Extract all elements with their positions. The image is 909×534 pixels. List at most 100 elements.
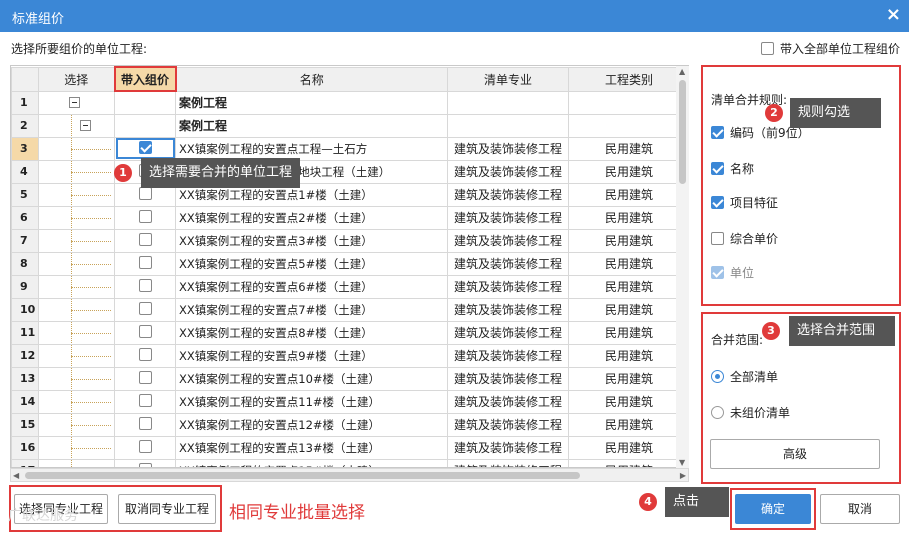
rule-unit-price-checkbox[interactable] — [711, 232, 724, 245]
project-name: XX镇案例工程的安置点2#楼（土建） — [175, 205, 448, 230]
table-row[interactable]: 7 XX镇案例工程的安置点3#楼（土建） 建筑及装饰装修工程 民用建筑 — [11, 228, 688, 253]
project-type: 民用建筑 — [568, 136, 688, 161]
table-row[interactable]: 12 XX镇案例工程的安置点9#楼（土建） 建筑及装饰装修工程 民用建筑 — [11, 343, 688, 368]
bring-price-checkbox[interactable] — [138, 370, 152, 384]
row-number: 9 — [11, 274, 39, 299]
select-cell — [38, 389, 115, 414]
select-cell — [38, 113, 115, 138]
bring-cell — [114, 366, 176, 391]
bring-cell — [114, 113, 176, 138]
list-major: 建筑及装饰装修工程 — [447, 412, 569, 437]
bring-price-checkbox[interactable] — [138, 209, 152, 223]
cancel-same-major-button[interactable]: 取消同专业工程 — [118, 494, 216, 524]
rule-name-label: 名称 — [730, 162, 755, 176]
bring-price-checkbox[interactable] — [138, 324, 152, 338]
select-cell — [38, 458, 115, 467]
rule-name[interactable]: 名称 — [711, 160, 754, 177]
col-header-type[interactable]: 工程类别 — [568, 66, 688, 92]
rule-unit-label: 单位 — [730, 266, 755, 280]
project-name: XX镇案例工程的安置点15#楼（土建） — [175, 458, 448, 467]
project-name: XX镇案例工程的安置点9#楼（土建） — [175, 343, 448, 368]
bring-price-checkbox[interactable] — [138, 416, 152, 430]
vertical-scroll-thumb[interactable] — [679, 80, 686, 184]
rule-code-checkbox[interactable] — [711, 126, 724, 139]
col-header-name[interactable]: 名称 — [175, 66, 448, 92]
annotation-tip-3: 选择合并范围 — [789, 316, 895, 346]
collapse-icon[interactable] — [80, 119, 91, 131]
project-name: 案例工程 — [175, 90, 448, 115]
row-number: 13 — [11, 366, 39, 391]
table-row[interactable]: 14 XX镇案例工程的安置点11#楼（土建） 建筑及装饰装修工程 民用建筑 — [11, 389, 688, 414]
cancel-button[interactable]: 取消 — [820, 494, 900, 524]
rule-unit-price[interactable]: 综合单价 — [711, 230, 778, 247]
select-cell — [38, 320, 115, 345]
col-header-bring-price[interactable]: 带入组价 — [113, 66, 177, 92]
ok-button[interactable]: 确定 — [735, 494, 811, 524]
bring-price-checkbox[interactable] — [138, 278, 152, 292]
row-number: 1 — [11, 90, 39, 115]
table-row[interactable]: 1 案例工程 — [11, 90, 688, 115]
bring-price-checkbox[interactable] — [138, 393, 152, 407]
range-unpriced-radio[interactable] — [711, 406, 724, 419]
table-row[interactable]: 11 XX镇案例工程的安置点8#楼（土建） 建筑及装饰装修工程 民用建筑 — [11, 320, 688, 345]
bring-price-checkbox[interactable] — [138, 301, 152, 315]
collapse-icon[interactable] — [69, 96, 80, 108]
title-bar: 标准组价 × — [0, 0, 909, 32]
table-row[interactable]: 10 XX镇案例工程的安置点7#楼（土建） 建筑及装饰装修工程 民用建筑 — [11, 297, 688, 322]
grid-vertical-scrollbar[interactable]: ▲ ▼ — [676, 66, 689, 468]
rule-feature-checkbox[interactable] — [711, 196, 724, 209]
project-type — [568, 113, 688, 138]
advanced-button[interactable]: 高级 — [710, 439, 880, 469]
project-type: 民用建筑 — [568, 458, 688, 467]
list-major: 建筑及装饰装修工程 — [447, 343, 569, 368]
row-number: 4 — [11, 159, 39, 184]
col-header-select[interactable]: 选择 — [38, 66, 115, 92]
grid-horizontal-scrollbar[interactable]: ◀ ▶ — [10, 468, 689, 482]
bring-all-option[interactable]: 带入全部单位工程组价 — [760, 40, 900, 57]
table-row[interactable]: 15 XX镇案例工程的安置点12#楼（土建） 建筑及装饰装修工程 民用建筑 — [11, 412, 688, 437]
grid-header-row: 选择 带入组价 名称 清单专业 工程类别 — [11, 66, 688, 92]
row-number: 14 — [11, 389, 39, 414]
bring-price-checkbox[interactable] — [138, 347, 152, 361]
annotation-tip-1: 选择需要合并的单位工程 — [141, 158, 301, 188]
bring-price-checkbox[interactable] — [138, 140, 152, 154]
list-major: 建筑及装饰装修工程 — [447, 205, 569, 230]
rule-feature[interactable]: 项目特征 — [711, 194, 778, 211]
scroll-right-icon[interactable]: ▶ — [680, 471, 686, 480]
select-cell — [38, 297, 115, 322]
table-row[interactable]: 17 XX镇案例工程的安置点15#楼（土建）建筑及装饰装修工程民用建筑 — [11, 458, 688, 467]
table-row[interactable]: 2 案例工程 — [11, 113, 688, 138]
rule-name-checkbox[interactable] — [711, 162, 724, 175]
select-cell — [38, 182, 115, 207]
bring-price-checkbox[interactable] — [138, 186, 152, 200]
bring-price-checkbox[interactable] — [138, 439, 152, 453]
bring-cell — [114, 228, 176, 253]
bring-price-checkbox[interactable] — [138, 232, 152, 246]
range-unpriced[interactable]: 未组价清单 — [711, 404, 790, 421]
table-row[interactable]: 16 XX镇案例工程的安置点13#楼（土建） 建筑及装饰装修工程 民用建筑 — [11, 435, 688, 460]
bring-all-checkbox[interactable] — [760, 42, 774, 55]
unit-project-grid: 选择 带入组价 名称 清单专业 工程类别 1 案例工程 2 案例工程 3 XX镇案例… — [10, 65, 689, 468]
table-row[interactable]: 3 XX镇案例工程的安置点工程—土石方 建筑及装饰装修工程 民用建筑 — [11, 136, 688, 161]
list-major: 建筑及装饰装修工程 — [447, 297, 569, 322]
col-header-major[interactable]: 清单专业 — [447, 66, 569, 92]
table-row[interactable]: 9 XX镇案例工程的安置点6#楼（土建） 建筑及装饰装修工程 民用建筑 — [11, 274, 688, 299]
table-row[interactable]: 5 XX镇案例工程的安置点1#楼（土建） 建筑及装饰装修工程 民用建筑 — [11, 182, 688, 207]
scroll-up-icon[interactable]: ▲ — [679, 67, 685, 76]
project-type: 民用建筑 — [568, 343, 688, 368]
scroll-left-icon[interactable]: ◀ — [13, 471, 19, 480]
bring-price-checkbox[interactable] — [138, 255, 152, 269]
table-row[interactable]: 6 XX镇案例工程的安置点2#楼（土建） 建筑及装饰装修工程 民用建筑 — [11, 205, 688, 230]
table-row[interactable]: 13 XX镇案例工程的安置点10#楼（土建） 建筑及装饰装修工程 民用建筑 — [11, 366, 688, 391]
bring-cell — [114, 90, 176, 115]
scroll-down-icon[interactable]: ▼ — [679, 458, 685, 467]
select-cell — [38, 274, 115, 299]
watermark: 广联达服务 — [8, 508, 78, 524]
row-number: 17 — [11, 458, 39, 467]
range-all-radio[interactable] — [711, 370, 724, 383]
close-icon[interactable]: × — [886, 5, 901, 25]
range-all[interactable]: 全部清单 — [711, 368, 778, 385]
table-row[interactable]: 8 XX镇案例工程的安置点5#楼（土建） 建筑及装饰装修工程 民用建筑 — [11, 251, 688, 276]
horizontal-scroll-thumb[interactable] — [25, 472, 580, 479]
bring-cell — [114, 389, 176, 414]
